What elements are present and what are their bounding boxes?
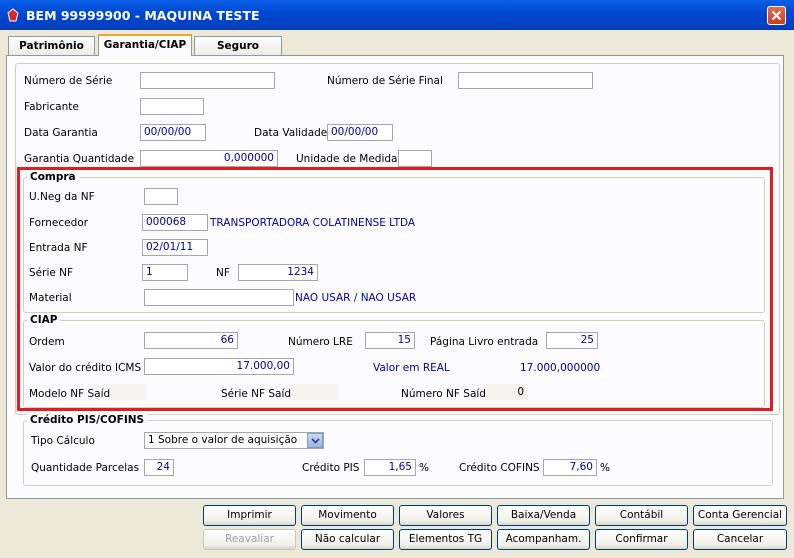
movimento-label: Movimento <box>318 509 377 521</box>
reavaliar-label: Reavaliar <box>225 533 274 545</box>
credito-cofins-input[interactable]: 7,60 <box>543 459 597 476</box>
contabil-label: Contábil <box>619 509 664 521</box>
window-title: BEM 99999900 - MAQUINA TESTE <box>26 8 260 23</box>
title-bar: BEM 99999900 - MAQUINA TESTE <box>0 0 794 30</box>
data-validade-label: Data Validade <box>254 127 328 139</box>
cancelar-button[interactable]: Cancelar <box>693 529 787 550</box>
nao-calcular-button[interactable]: Não calcular <box>301 529 394 550</box>
tab-garantia-ciap[interactable]: Garantia/CIAP <box>98 34 192 56</box>
tab-seguro[interactable]: Seguro <box>194 36 282 55</box>
conta-gerencial-label: Conta Gerencial <box>697 509 783 521</box>
numero-serie-final-label: Número de Série Final <box>327 75 443 87</box>
quantidade-parcelas-input[interactable]: 24 <box>144 459 174 476</box>
credito-cofins-label: Crédito COFINS <box>459 462 540 474</box>
acompanham-button[interactable]: Acompanham. <box>497 529 590 550</box>
quantidade-parcelas-label: Quantidade Parcelas <box>31 462 140 474</box>
credito-cofins-percent: % <box>600 462 610 474</box>
data-garantia-input[interactable]: 00/00/00 <box>140 124 206 141</box>
unidade-medida-label: Unidade de Medida <box>296 153 398 165</box>
tipo-calculo-value: 1 Sobre o valor de aquisição <box>148 434 298 446</box>
close-button[interactable] <box>767 6 786 25</box>
tab-patrimonio[interactable]: Patrimônio <box>8 36 95 55</box>
tab-label: Patrimônio <box>19 40 84 52</box>
acompanham-label: Acompanham. <box>505 533 582 545</box>
credito-pis-input[interactable]: 1,65 <box>364 459 416 476</box>
numero-serie-final-input[interactable] <box>458 72 593 89</box>
pis-cofins-group <box>23 420 773 486</box>
contabil-button[interactable]: Contábil <box>595 505 688 526</box>
tab-label: Seguro <box>216 40 260 52</box>
movimento-button[interactable]: Movimento <box>301 505 394 526</box>
confirmar-label: Confirmar <box>615 533 668 545</box>
cancelar-label: Cancelar <box>716 533 764 545</box>
baixa-venda-label: Baixa/Venda <box>510 509 577 521</box>
garantia-quantidade-label: Garantia Quantidade <box>24 153 135 165</box>
highlight-box <box>17 167 773 411</box>
numero-serie-input[interactable] <box>140 72 275 89</box>
imprimir-button[interactable]: Imprimir <box>203 505 296 526</box>
data-validade-input[interactable]: 00/00/00 <box>327 124 393 141</box>
fabricante-input[interactable] <box>140 98 204 115</box>
data-garantia-label: Data Garantia <box>24 127 98 139</box>
elementos-tg-button[interactable]: Elementos TG <box>399 529 492 550</box>
tipo-calculo-label: Tipo Cálculo <box>31 435 95 447</box>
unidade-medida-input[interactable] <box>398 150 432 167</box>
tipo-calculo-select[interactable]: 1 Sobre o valor de aquisição <box>144 432 324 449</box>
compra-title: Compra <box>27 171 79 184</box>
garantia-quantidade-input[interactable]: 0,000000 <box>140 150 278 167</box>
nao-calcular-label: Não calcular <box>314 533 381 545</box>
elementos-tg-label: Elementos TG <box>408 533 483 545</box>
confirmar-button[interactable]: Confirmar <box>595 529 688 550</box>
conta-gerencial-button[interactable]: Conta Gerencial <box>693 505 787 526</box>
valores-button[interactable]: Valores <box>399 505 492 526</box>
chevron-down-icon <box>311 438 320 444</box>
fabricante-label: Fabricante <box>24 101 79 113</box>
ciap-title: CIAP <box>27 314 61 327</box>
numero-serie-label: Número de Série <box>24 75 113 87</box>
app-icon <box>7 8 19 22</box>
tipo-calculo-dropdown-button[interactable] <box>307 433 323 448</box>
tab-label: Garantia/CIAP <box>103 39 187 51</box>
valores-label: Valores <box>426 509 465 521</box>
baixa-venda-button[interactable]: Baixa/Venda <box>497 505 590 526</box>
imprimir-label: Imprimir <box>227 509 272 521</box>
credito-pis-label: Crédito PIS <box>302 462 360 474</box>
close-icon <box>771 10 782 21</box>
credito-pis-percent: % <box>419 462 429 474</box>
pis-cofins-title: Crédito PIS/COFINS <box>27 414 148 427</box>
reavaliar-button[interactable]: Reavaliar <box>203 529 296 550</box>
